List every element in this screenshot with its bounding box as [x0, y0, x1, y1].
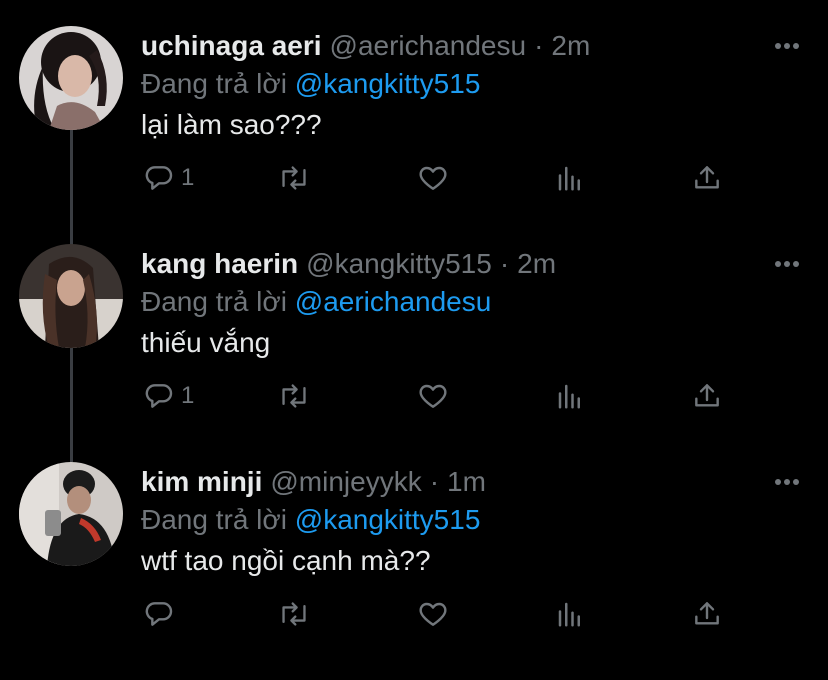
action-bar: 1: [141, 376, 741, 416]
like-button[interactable]: [417, 158, 449, 198]
tweet[interactable]: uchinaga aeri @aerichandesu · 2m Đang tr…: [0, 26, 828, 244]
mention-link[interactable]: @aerichandesu: [295, 286, 492, 317]
reply-count: 1: [181, 382, 195, 409]
separator-dot: ·: [429, 466, 440, 497]
retweet-button[interactable]: [277, 158, 311, 198]
timestamp[interactable]: 1m: [447, 464, 486, 500]
views-icon: [555, 598, 585, 630]
tweet-header: kang haerin @kangkitty515 · 2m: [141, 246, 556, 282]
like-button[interactable]: [417, 594, 449, 634]
like-button[interactable]: [417, 376, 449, 416]
reply-icon: [143, 380, 175, 412]
share-icon: [691, 162, 723, 194]
mention-link[interactable]: @kangkitty515: [295, 504, 481, 535]
more-icon[interactable]: [774, 256, 800, 267]
heart-icon: [417, 380, 449, 412]
tweet-text: wtf tao ngồi cạnh mà??: [141, 545, 431, 576]
avatar[interactable]: [19, 244, 123, 348]
reply-button[interactable]: 1: [143, 158, 194, 198]
retweet-icon: [277, 380, 311, 412]
reply-button[interactable]: [143, 594, 181, 634]
tweet-text: thiếu vắng: [141, 327, 271, 358]
display-name[interactable]: kim minji: [141, 464, 262, 500]
separator-dot: ·: [499, 248, 510, 279]
reply-button[interactable]: 1: [143, 376, 194, 416]
heart-icon: [417, 598, 449, 630]
retweet-button[interactable]: [277, 376, 311, 416]
timestamp[interactable]: 2m: [517, 246, 556, 282]
reply-icon: [143, 598, 175, 630]
timestamp[interactable]: 2m: [551, 28, 590, 64]
avatar[interactable]: [19, 462, 123, 566]
views-button[interactable]: [555, 594, 585, 634]
views-button[interactable]: [555, 158, 585, 198]
reply-icon: [143, 162, 175, 194]
views-icon: [555, 162, 585, 194]
tweet[interactable]: kang haerin @kangkitty515 · 2m Đang trả …: [0, 244, 828, 462]
share-button[interactable]: [691, 376, 723, 416]
share-icon: [691, 380, 723, 412]
mention-link[interactable]: @kangkitty515: [295, 68, 481, 99]
replying-to-label: Đang trả lời: [141, 504, 287, 535]
reply-count: 1: [181, 164, 195, 191]
share-icon: [691, 598, 723, 630]
heart-icon: [417, 162, 449, 194]
avatar[interactable]: [19, 26, 123, 130]
tweet-header: kim minji @minjeyykk · 1m: [141, 464, 486, 500]
separator-dot: ·: [534, 30, 544, 61]
tweet-header: uchinaga aeri @aerichandesu · 2m: [141, 28, 590, 64]
views-button[interactable]: [555, 376, 585, 416]
replying-to-label: Đang trả lời: [141, 286, 287, 317]
share-button[interactable]: [691, 594, 723, 634]
replying-to: Đang trả lời @kangkitty515: [141, 502, 480, 538]
more-icon[interactable]: [774, 38, 800, 49]
username[interactable]: @aerichandesu: [330, 28, 527, 64]
retweet-icon: [277, 162, 311, 194]
views-icon: [555, 380, 585, 412]
more-icon[interactable]: [774, 474, 800, 485]
display-name[interactable]: kang haerin: [141, 246, 298, 282]
retweet-icon: [277, 598, 311, 630]
replying-to: Đang trả lời @aerichandesu: [141, 284, 491, 320]
tweet-text: lại làm sao???: [141, 109, 322, 140]
replying-to-label: Đang trả lời: [141, 68, 287, 99]
tweet[interactable]: kim minji @minjeyykk · 1m Đang trả lời @…: [0, 462, 828, 680]
display-name[interactable]: uchinaga aeri: [141, 28, 322, 64]
username[interactable]: @kangkitty515: [306, 246, 492, 282]
action-bar: 1: [141, 158, 741, 198]
username[interactable]: @minjeyykk: [270, 464, 421, 500]
action-bar: [141, 594, 741, 634]
share-button[interactable]: [691, 158, 723, 198]
replying-to: Đang trả lời @kangkitty515: [141, 66, 480, 102]
retweet-button[interactable]: [277, 594, 311, 634]
